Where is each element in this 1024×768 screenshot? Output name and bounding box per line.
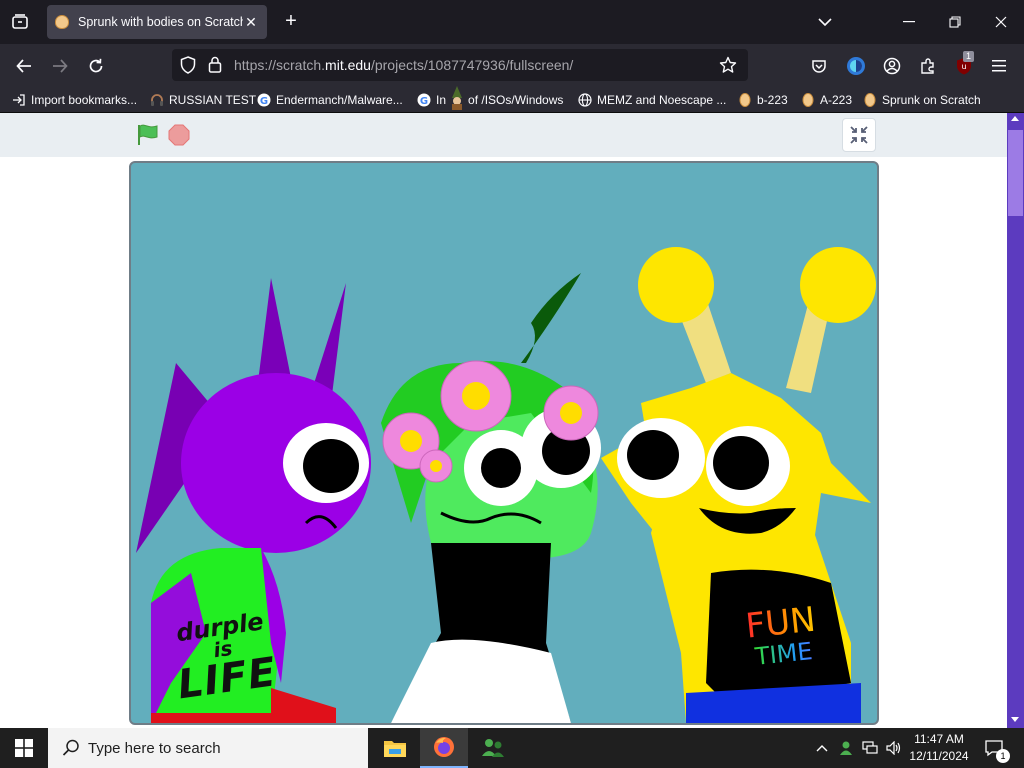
svg-text:G: G	[420, 96, 428, 107]
bookmark-item[interactable]: Import bookmarks...	[12, 90, 137, 110]
stop-sign-icon[interactable]	[168, 124, 190, 151]
hamburger-menu-icon[interactable]	[987, 53, 1013, 79]
forward-arrow-icon[interactable]	[47, 53, 73, 79]
restore-button[interactable]	[932, 0, 978, 44]
extension-color-icon[interactable]	[843, 53, 869, 79]
tab-list-icon[interactable]	[8, 10, 32, 34]
volume-icon[interactable]	[882, 728, 906, 768]
bookmark-label: Import bookmarks...	[31, 93, 138, 107]
scratch-icon	[863, 93, 877, 107]
bookmark-label: of /ISOs/Windows	[468, 93, 564, 107]
chevron-up-icon[interactable]	[810, 728, 834, 768]
windows-start-icon[interactable]	[0, 728, 48, 768]
url-text[interactable]: https://scratch.mit.edu/projects/1087747…	[234, 57, 573, 73]
scrollbar-thumb[interactable]	[1008, 130, 1023, 216]
green-character	[381, 273, 601, 723]
bookmark-item[interactable]: MEMZ and Noescape ...	[578, 90, 726, 110]
scroll-down-arrow-icon[interactable]	[1011, 717, 1019, 722]
minimize-button[interactable]	[886, 0, 932, 44]
lock-icon[interactable]	[208, 56, 222, 78]
shield-icon[interactable]	[180, 56, 196, 79]
notification-badge: 1	[996, 749, 1010, 763]
bookmark-item[interactable]: G In of /ISOs/Windows	[417, 86, 564, 110]
bookmark-label: Sprunk on Scratch	[882, 93, 981, 107]
ublock-icon[interactable]: u 1	[951, 51, 977, 79]
bookmark-label: b-223	[757, 93, 788, 107]
url-path: /projects/1087747936/fullscreen/	[370, 57, 574, 73]
taskbar-clock[interactable]: 11:47 AM 12/11/2024	[906, 731, 972, 765]
import-icon	[12, 93, 26, 107]
bookmark-item[interactable]: Sprunk on Scratch	[863, 90, 981, 110]
scratch-icon	[738, 93, 752, 107]
extension-badge: 1	[963, 51, 975, 62]
reload-icon[interactable]	[83, 53, 109, 79]
user-status-icon[interactable]	[834, 728, 858, 768]
extensions-puzzle-icon[interactable]	[915, 53, 941, 79]
scroll-up-arrow-icon[interactable]	[1011, 116, 1019, 121]
url-bar[interactable]: https://scratch.mit.edu/projects/1087747…	[172, 49, 748, 81]
pocket-icon[interactable]	[806, 53, 832, 79]
bookmark-label: RUSSIAN TEST	[169, 93, 257, 107]
clock-time: 11:47 AM	[914, 732, 964, 746]
green-flag-icon[interactable]	[136, 123, 160, 152]
bookmark-item[interactable]: RUSSIAN TEST	[150, 90, 256, 110]
star-icon[interactable]	[719, 56, 737, 79]
bookmark-label: A-223	[820, 93, 853, 107]
new-tab-button[interactable]: +	[280, 11, 302, 33]
scratch-icon	[55, 15, 69, 29]
tab-bar: Sprunk with bodies on Scratch ✕ +	[0, 0, 1024, 44]
bookmark-item[interactable]: b-223	[738, 90, 788, 110]
headset-icon	[150, 93, 164, 107]
shirt-text-left: durple is LIFE	[164, 607, 285, 708]
people-app-icon[interactable]	[469, 728, 517, 768]
back-arrow-icon[interactable]	[11, 53, 37, 79]
account-icon[interactable]	[879, 53, 905, 79]
tab-title: Sprunk with bodies on Scratch	[78, 15, 243, 29]
close-tab-icon[interactable]: ✕	[243, 14, 259, 30]
project-stage[interactable]: durple is LIFE FUN TIME	[129, 161, 879, 725]
clock-date: 12/11/2024	[909, 749, 969, 763]
search-icon	[62, 739, 79, 756]
page-scrollbar[interactable]	[1007, 113, 1024, 728]
bookmark-label: In	[436, 93, 447, 107]
firefox-icon[interactable]	[420, 728, 468, 768]
page-content: durple is LIFE FUN TIME	[0, 113, 1007, 728]
google-icon: G	[257, 93, 271, 107]
file-explorer-icon[interactable]	[371, 728, 419, 768]
bookmark-item[interactable]: G Endermanch/Malware...	[257, 90, 403, 110]
chevron-down-icon[interactable]	[802, 0, 848, 44]
notification-center-icon[interactable]: 1	[974, 728, 1014, 768]
collapse-icon	[850, 126, 868, 144]
google-icon: G	[417, 93, 431, 107]
bookmark-label: Endermanch/Malware...	[276, 93, 403, 107]
windows-taskbar: Type here to search 11:47 AM 12/11/2024 …	[0, 728, 1024, 768]
search-placeholder: Type here to search	[88, 739, 221, 757]
close-window-button[interactable]	[978, 0, 1024, 44]
url-domain: mit.edu	[325, 57, 371, 73]
bookmarks-toolbar: Import bookmarks... RUSSIAN TEST G Ender…	[0, 86, 1024, 113]
scratch-icon	[801, 93, 815, 107]
bookmark-label: MEMZ and Noescape ...	[597, 93, 727, 107]
svg-text:G: G	[260, 96, 268, 107]
network-icon[interactable]	[858, 728, 882, 768]
exit-fullscreen-button[interactable]	[842, 118, 876, 152]
bookmark-item[interactable]: A-223	[801, 90, 852, 110]
gnome-cursor-icon	[448, 86, 466, 110]
stage-controls-bar	[0, 113, 1007, 157]
url-prefix: https://scratch.	[234, 57, 326, 73]
tab-active[interactable]: Sprunk with bodies on Scratch ✕	[47, 5, 267, 39]
svg-text:u: u	[961, 62, 966, 71]
globe-icon	[578, 93, 592, 107]
shirt-text-right: FUN TIME	[744, 600, 840, 671]
taskbar-search-box[interactable]: Type here to search	[48, 728, 368, 768]
